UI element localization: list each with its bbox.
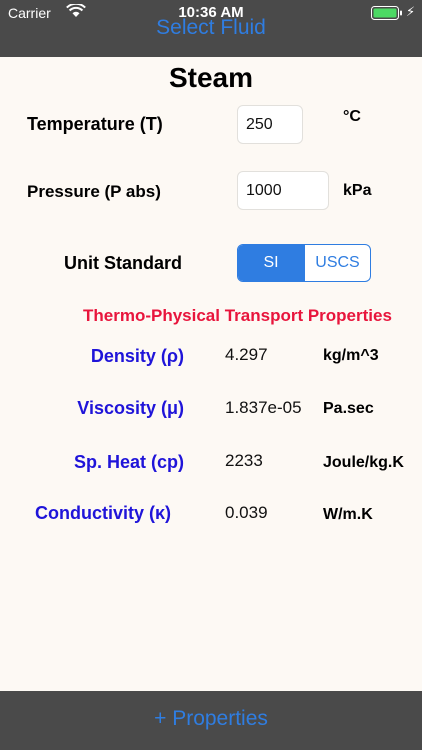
temperature-unit: °C xyxy=(343,108,361,125)
temperature-label: Temperature (T) xyxy=(27,114,163,134)
viscosity-label: Viscosity (μ) xyxy=(77,398,184,418)
specific-heat-label: Sp. Heat (cp) xyxy=(73,452,184,472)
pressure-unit: kPa xyxy=(343,182,372,199)
fluid-title: Steam xyxy=(168,62,254,93)
unit-standard-segmented-control[interactable]: SI USCS xyxy=(237,244,371,282)
specific-heat-unit: Joule/kg.K xyxy=(323,454,404,471)
select-fluid-button[interactable]: Select Fluid xyxy=(0,16,422,40)
segment-uscs[interactable]: USCS xyxy=(304,245,370,281)
density-label: Density (ρ) xyxy=(90,346,184,366)
viscosity-value: 1.837e-05 xyxy=(225,398,302,417)
pressure-label: Pressure (P abs) xyxy=(27,182,161,201)
section-title: Thermo-Physical Transport Properties xyxy=(83,306,392,325)
temperature-input[interactable] xyxy=(237,105,303,144)
density-unit: kg/m^3 xyxy=(323,347,379,364)
specific-heat-value: 2233 xyxy=(225,451,263,470)
conductivity-label: Conductivity (κ) xyxy=(34,503,171,523)
pressure-input[interactable] xyxy=(237,171,329,210)
density-value: 4.297 xyxy=(225,345,268,364)
conductivity-unit: W/m.K xyxy=(323,506,373,523)
conductivity-value: 0.039 xyxy=(225,503,268,522)
viscosity-unit: Pa.sec xyxy=(323,400,374,417)
unit-standard-label: Unit Standard xyxy=(64,253,183,273)
segment-si[interactable]: SI xyxy=(238,245,304,281)
properties-button[interactable]: + Properties xyxy=(0,707,422,731)
